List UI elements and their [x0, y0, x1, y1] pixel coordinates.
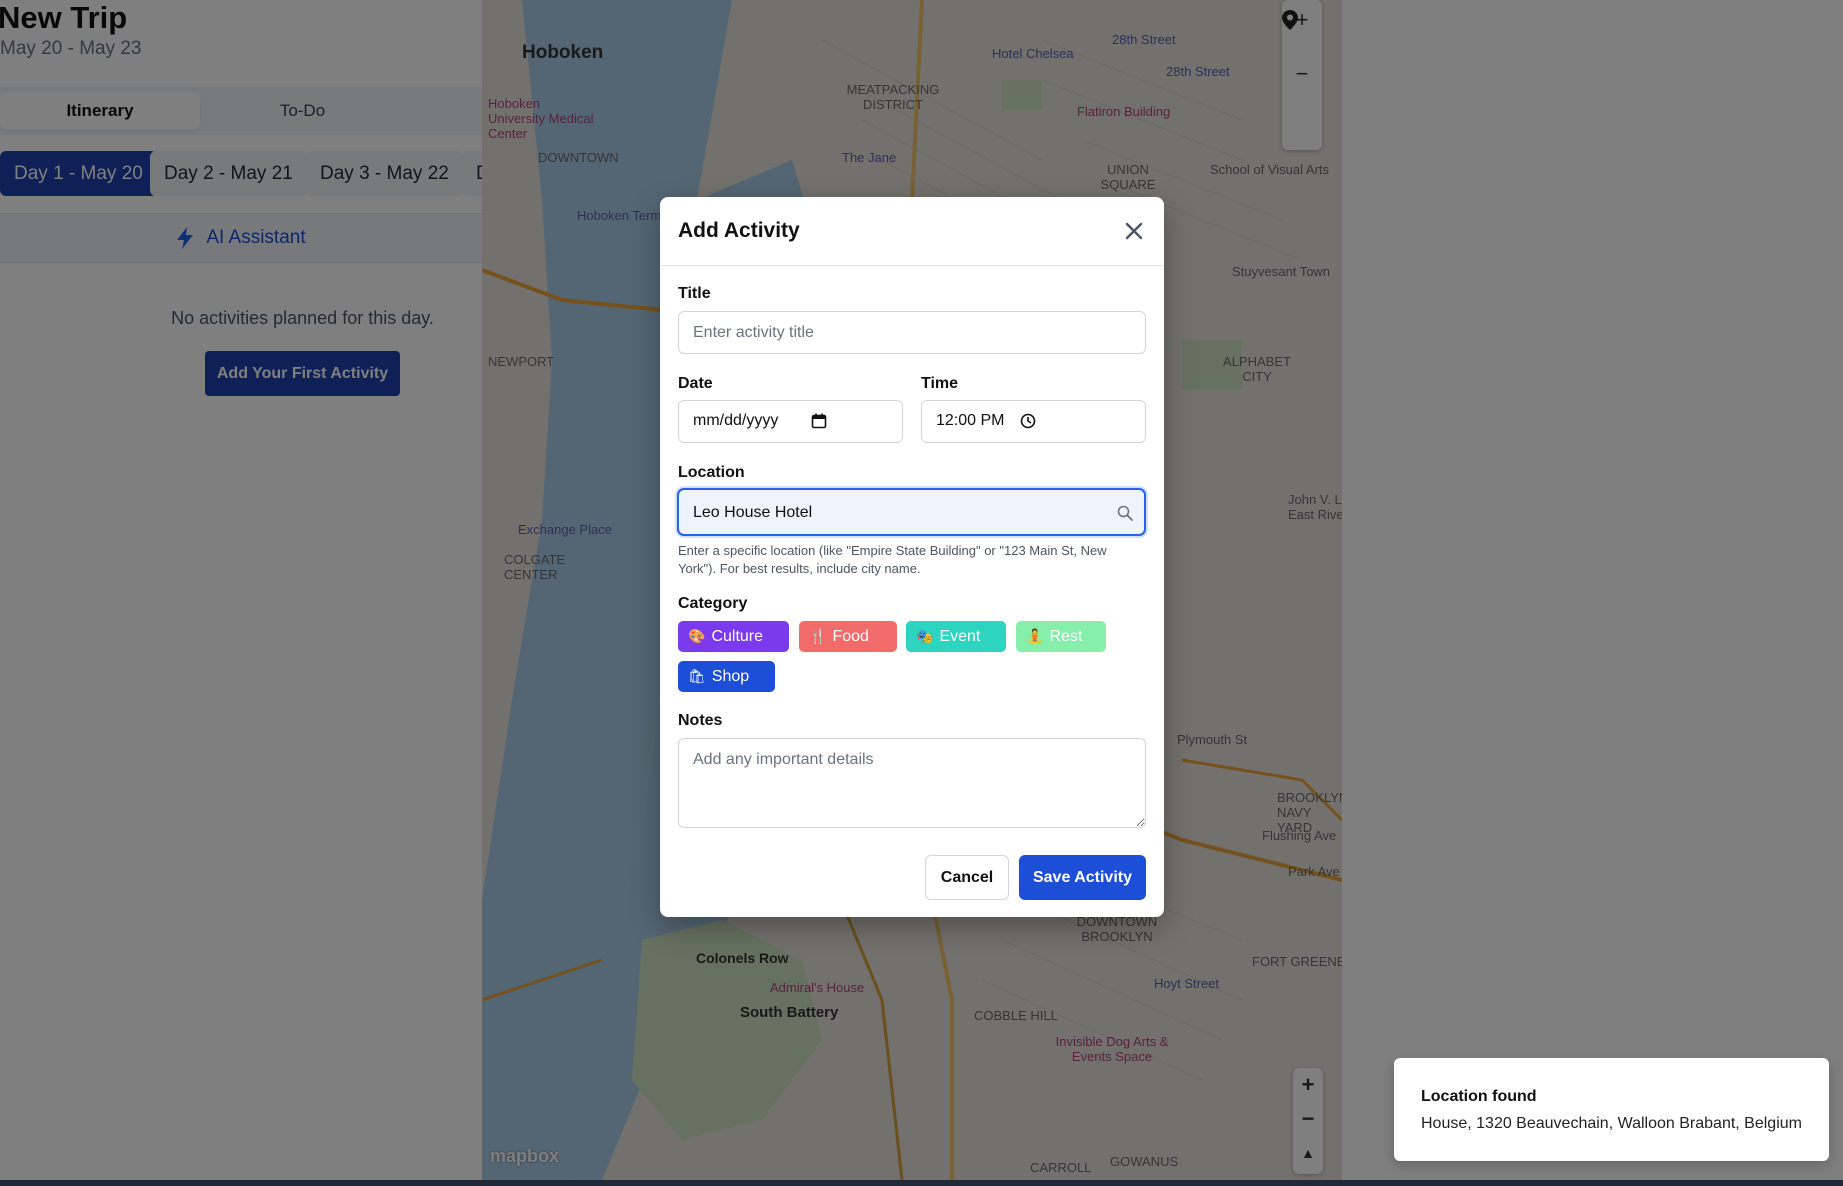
- category-rest-label: Rest: [1049, 628, 1083, 645]
- title-label: Title: [678, 285, 711, 302]
- location-hint: Enter a specific location (like "Empire …: [678, 543, 1107, 576]
- theater-masks-icon: 🎭: [916, 628, 934, 644]
- search-icon[interactable]: [1117, 505, 1133, 521]
- clock-icon[interactable]: [1020, 413, 1036, 429]
- toast-title: Location found: [1421, 1088, 1537, 1105]
- time-input[interactable]: 12:00 PM: [921, 400, 1146, 443]
- fork-knife-icon: 🍴: [809, 628, 827, 644]
- palette-icon: 🎨: [688, 628, 706, 644]
- save-activity-button[interactable]: Save Activity: [1019, 855, 1146, 900]
- bottom-bar: [0, 1180, 1843, 1186]
- category-shop-label: Shop: [711, 668, 750, 685]
- shopping-bags-icon: 🛍: [688, 668, 706, 684]
- category-rest-button[interactable]: 🧘 Rest: [1016, 621, 1106, 652]
- date-input[interactable]: mm/dd/yyyy: [678, 400, 903, 443]
- notes-textarea[interactable]: [678, 738, 1146, 828]
- category-shop-button[interactable]: 🛍 Shop: [678, 661, 775, 692]
- category-culture-label: Culture: [711, 628, 764, 645]
- location-toast: Location found House, 1320 Beauvechain, …: [1394, 1058, 1829, 1161]
- time-label: Time: [921, 375, 959, 392]
- date-value: mm/dd/yyyy: [693, 412, 779, 429]
- category-event-button[interactable]: 🎭 Event: [906, 621, 1006, 652]
- date-label: Date: [678, 375, 713, 392]
- modal-title: Add Activity: [678, 219, 800, 242]
- time-value: 12:00 PM: [936, 412, 1005, 429]
- category-culture-button[interactable]: 🎨 Culture: [678, 621, 789, 652]
- add-activity-modal: Add Activity Title Date mm/dd/yyyy Time …: [660, 197, 1164, 917]
- category-food-label: Food: [832, 628, 869, 645]
- category-label: Category: [678, 595, 748, 612]
- calendar-icon[interactable]: [811, 413, 827, 429]
- category-event-label: Event: [939, 628, 981, 645]
- modal-header: Add Activity: [660, 197, 1164, 266]
- title-input[interactable]: [678, 311, 1146, 354]
- toast-message: House, 1320 Beauvechain, Walloon Brabant…: [1421, 1115, 1802, 1132]
- category-food-button[interactable]: 🍴 Food: [799, 621, 897, 652]
- cancel-button[interactable]: Cancel: [925, 855, 1009, 900]
- location-value: Leo House Hotel: [693, 504, 813, 521]
- close-icon[interactable]: [1120, 217, 1148, 245]
- notes-label: Notes: [678, 712, 723, 729]
- location-input[interactable]: Leo House Hotel: [677, 488, 1146, 536]
- meditation-icon: 🧘: [1026, 628, 1044, 644]
- location-label: Location: [678, 464, 745, 481]
